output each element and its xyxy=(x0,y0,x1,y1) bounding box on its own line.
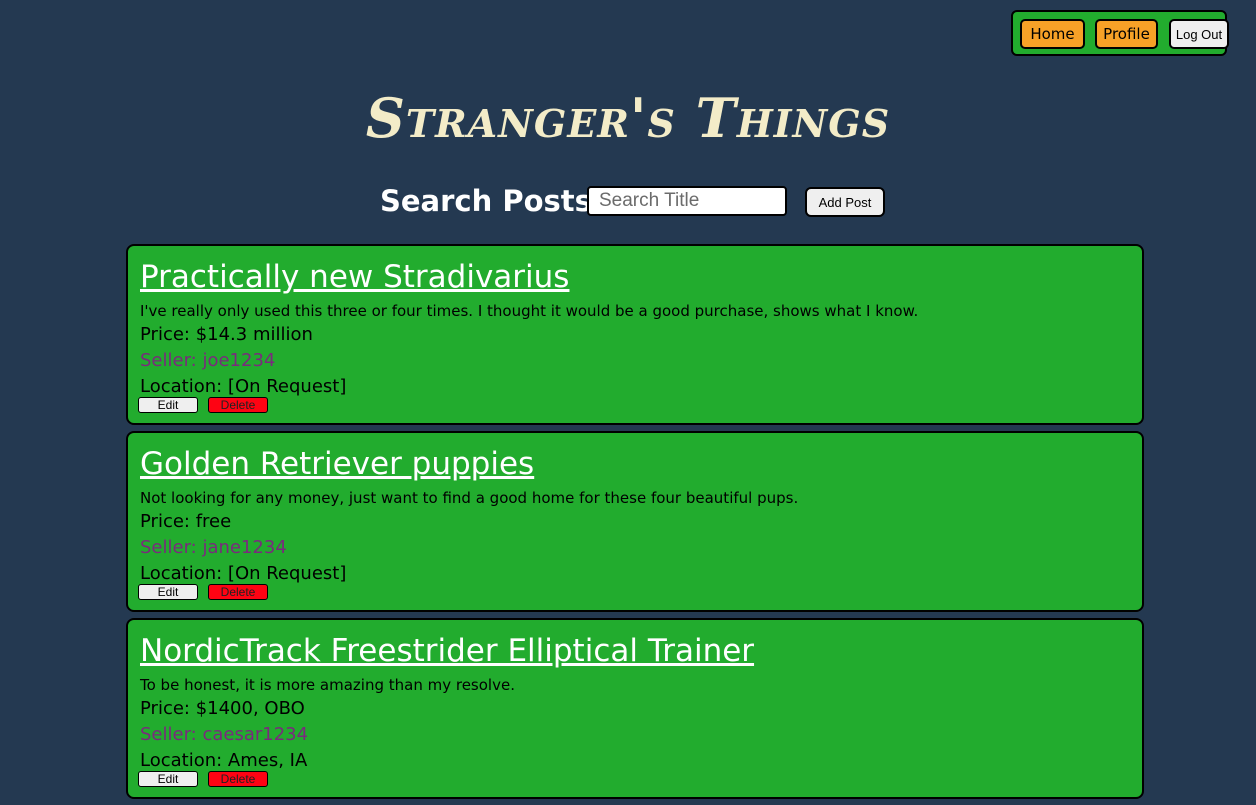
post-description: I've really only used this three or four… xyxy=(140,302,919,320)
search-heading: Search Posts xyxy=(380,184,592,218)
delete-button[interactable]: Delete xyxy=(208,771,268,787)
profile-button[interactable]: Profile xyxy=(1095,19,1158,49)
post-location: Location: [On Request] xyxy=(140,563,347,584)
post-location: Location: [On Request] xyxy=(140,376,347,397)
search-input[interactable] xyxy=(587,186,787,216)
page-title: Stranger's Things xyxy=(365,86,891,150)
logout-button[interactable]: Log Out xyxy=(1169,19,1229,49)
post-description: To be honest, it is more amazing than my… xyxy=(140,676,515,694)
post-seller: Seller: joe1234 xyxy=(140,350,276,371)
post-card: Golden Retriever puppies Not looking for… xyxy=(126,431,1144,612)
delete-button[interactable]: Delete xyxy=(208,397,268,413)
post-title[interactable]: NordicTrack Freestrider Elliptical Train… xyxy=(140,628,1142,674)
add-post-button[interactable]: Add Post xyxy=(805,187,885,217)
home-button[interactable]: Home xyxy=(1020,19,1085,49)
post-price: Price: $14.3 million xyxy=(140,324,313,345)
post-description: Not looking for any money, just want to … xyxy=(140,489,799,507)
delete-button[interactable]: Delete xyxy=(208,584,268,600)
post-location: Location: Ames, IA xyxy=(140,750,308,771)
post-list: Practically new Stradivarius I've really… xyxy=(126,244,1144,805)
post-seller: Seller: caesar1234 xyxy=(140,724,309,745)
edit-button[interactable]: Edit xyxy=(138,584,198,600)
post-title[interactable]: Golden Retriever puppies xyxy=(140,441,1142,487)
edit-button[interactable]: Edit xyxy=(138,771,198,787)
post-price: Price: free xyxy=(140,511,232,532)
post-price: Price: $1400, OBO xyxy=(140,698,305,719)
post-seller: Seller: jane1234 xyxy=(140,537,287,558)
top-nav: Home Profile Log Out xyxy=(1011,10,1229,56)
post-title[interactable]: Practically new Stradivarius xyxy=(140,254,1142,300)
post-card: Practically new Stradivarius I've really… xyxy=(126,244,1144,425)
post-card: NordicTrack Freestrider Elliptical Train… xyxy=(126,618,1144,799)
edit-button[interactable]: Edit xyxy=(138,397,198,413)
